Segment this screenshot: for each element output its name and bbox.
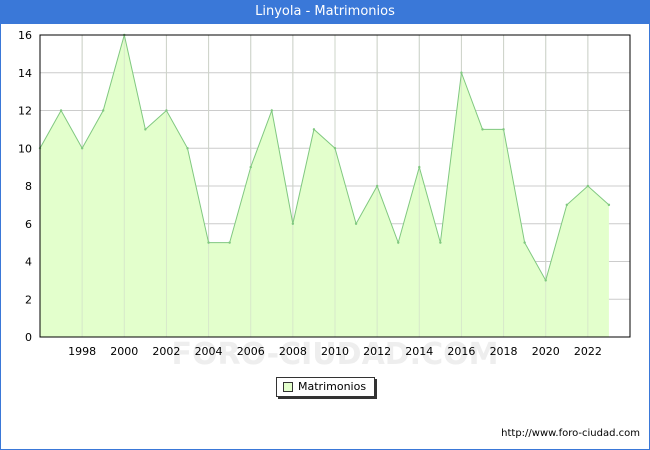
y-tick-label: 14 [18,67,32,80]
data-point [186,147,189,150]
data-point [354,222,358,225]
x-tick-label: 2010 [321,345,349,358]
y-tick-label: 10 [18,142,32,155]
y-tick-label: 16 [18,29,32,42]
data-point [102,109,105,112]
data-point [544,279,547,282]
y-tick-label: 4 [25,256,32,269]
data-point [375,184,379,188]
x-tick-label: 2006 [237,345,265,358]
x-tick-label: 2008 [279,345,307,358]
data-point [228,241,231,244]
y-tick-label: 6 [25,218,32,231]
data-point [607,203,611,207]
data-point [144,128,147,131]
data-point [80,147,84,150]
legend-swatch [283,382,293,392]
data-point [207,241,210,244]
x-tick-label: 2020 [532,345,560,358]
data-point [502,128,505,131]
y-tick-label: 8 [25,180,32,193]
data-point [291,222,295,225]
data-point [565,203,568,207]
data-point [586,184,590,188]
x-tick-label: 2012 [363,345,391,358]
x-tick-label: 2016 [447,345,475,358]
legend-label: Matrimonios [298,380,367,393]
x-tick-label: 2000 [110,345,138,358]
data-point [460,71,463,74]
x-tick-label: 2022 [574,345,602,358]
data-point [59,109,63,112]
x-tick-label: 2018 [490,345,518,358]
y-tick-label: 2 [25,293,32,306]
data-point [270,109,273,112]
x-tick-label: 2014 [405,345,433,358]
x-tick-label: 2004 [195,345,223,358]
y-tick-label: 12 [18,105,32,118]
data-point [523,241,526,244]
data-point [165,109,168,112]
x-tick-label: 2002 [152,345,180,358]
data-point [397,241,400,244]
x-tick-label: 1998 [68,345,96,358]
source-url: http://www.foro-ciudad.com [501,428,640,439]
data-point [333,147,337,150]
data-point [418,165,421,169]
data-point [249,165,252,169]
data-point [481,128,484,131]
data-point [439,241,442,244]
y-tick-label: 0 [25,331,32,344]
data-point [312,128,316,131]
legend: Matrimonios [276,377,375,397]
